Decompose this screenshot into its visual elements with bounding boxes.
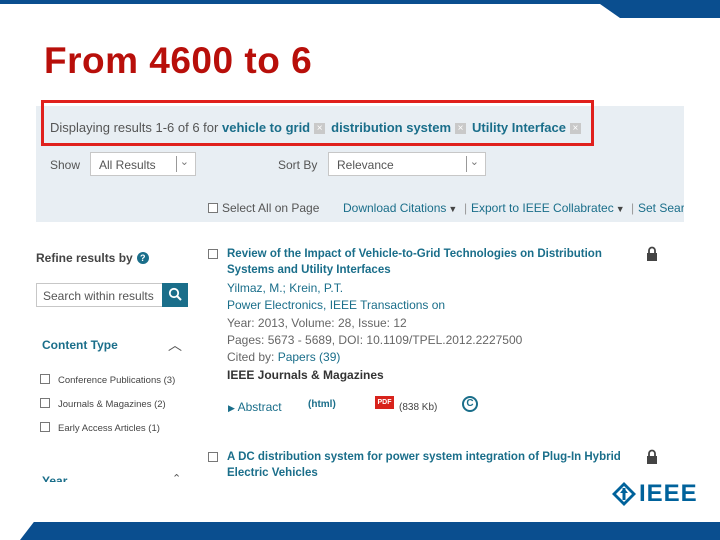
- result-checkbox[interactable]: [208, 452, 218, 462]
- result-cited-by: Cited by: Papers (39): [227, 350, 340, 364]
- cited-by-papers-link[interactable]: Papers (39): [278, 350, 341, 364]
- ieee-diamond-icon: [612, 482, 636, 506]
- sort-label: Sort By: [278, 158, 318, 172]
- show-select-value: All Results: [99, 158, 156, 172]
- chevron-icon[interactable]: ⌃: [172, 472, 181, 482]
- abstract-toggle[interactable]: ▶ Abstract: [228, 400, 282, 414]
- export-collabratec-button[interactable]: Export to IEEE Collabratec ▼: [471, 201, 625, 215]
- pdf-icon[interactable]: PDF: [375, 396, 394, 409]
- chevron-down-icon: ⌄: [179, 156, 189, 168]
- download-citations-label: Download Citations: [343, 201, 447, 215]
- ieee-logo-text: IEEE: [639, 480, 698, 507]
- highlight-box: [41, 100, 594, 146]
- search-icon: [168, 287, 182, 301]
- checkbox-icon[interactable]: [208, 203, 218, 213]
- bottom-banner: [0, 514, 720, 540]
- lock-icon: [647, 246, 657, 261]
- result-publication-type: IEEE Journals & Magazines: [227, 368, 384, 382]
- facet-item-conference[interactable]: Conference Publications (3): [40, 374, 175, 386]
- facet-item-early-access[interactable]: Early Access Articles (1): [40, 422, 160, 434]
- facet-label: Early Access Articles (1): [58, 423, 160, 434]
- help-icon[interactable]: ?: [136, 252, 149, 264]
- search-within-button[interactable]: [162, 283, 188, 307]
- checkbox-icon[interactable]: [40, 398, 50, 408]
- set-search-alert-link[interactable]: Set Sear: [638, 201, 684, 215]
- select-all-label: Select All on Page: [222, 201, 320, 215]
- result-checkbox[interactable]: [208, 249, 218, 259]
- chevron-down-icon: ⌄: [469, 156, 479, 168]
- search-within-input[interactable]: Search within results: [36, 283, 162, 307]
- caret-down-icon: ▼: [448, 204, 458, 214]
- show-select[interactable]: All Results ⌄: [90, 152, 196, 176]
- chevron-up-icon[interactable]: ︿: [168, 335, 182, 355]
- year-heading[interactable]: Year: [42, 474, 67, 482]
- caret-right-icon: ▶: [228, 403, 235, 413]
- refine-results-heading: Refine results by?: [36, 251, 149, 265]
- refine-results-label: Refine results by: [36, 251, 133, 265]
- facet-label: Journals & Magazines (2): [58, 399, 166, 410]
- copyright-icon[interactable]: C: [462, 396, 478, 412]
- content-type-heading[interactable]: Content Type: [42, 338, 118, 352]
- result-source[interactable]: Power Electronics, IEEE Transactions on: [227, 298, 445, 312]
- result-title-link[interactable]: Review of the Impact of Vehicle-to-Grid …: [227, 246, 637, 278]
- slide-title: From 4600 to 6: [44, 40, 313, 81]
- lock-icon: [647, 449, 657, 464]
- result-title-link[interactable]: A DC distribution system for power syste…: [227, 449, 637, 481]
- facet-item-journals[interactable]: Journals & Magazines (2): [40, 398, 166, 410]
- search-results-screenshot: Displaying results 1-6 of 6 for vehicle …: [36, 106, 684, 482]
- html-link[interactable]: (html): [308, 399, 336, 410]
- select-divider: [466, 156, 467, 172]
- export-label: Export to IEEE Collabratec: [471, 201, 614, 215]
- download-citations-button[interactable]: Download Citations ▼: [343, 201, 457, 215]
- sort-select[interactable]: Relevance ⌄: [328, 152, 486, 176]
- checkbox-icon[interactable]: [40, 374, 50, 384]
- abstract-label: Abstract: [237, 400, 282, 414]
- pdf-size: (838 Kb): [399, 402, 438, 413]
- result-year-volume: Year: 2013, Volume: 28, Issue: 12: [227, 316, 407, 330]
- set-search-label: Set Sear: [638, 201, 684, 215]
- result-authors[interactable]: Yilmaz, M.; Krein, P.T.: [227, 281, 343, 295]
- caret-down-icon: ▼: [615, 204, 625, 214]
- toolbar-divider: |: [464, 201, 468, 215]
- show-label: Show: [50, 158, 81, 172]
- top-banner: [0, 0, 720, 18]
- sort-select-value: Relevance: [337, 158, 394, 172]
- toolbar-divider: |: [631, 201, 635, 215]
- select-all-checkbox[interactable]: Select All on Page: [208, 201, 319, 215]
- result-pages-doi: Pages: 5673 - 5689, DOI: 10.1109/TPEL.20…: [227, 333, 523, 347]
- select-divider: [176, 156, 177, 172]
- checkbox-icon[interactable]: [40, 422, 50, 432]
- facet-label: Conference Publications (3): [58, 375, 176, 386]
- cited-by-label: Cited by:: [227, 350, 275, 364]
- results-toolbar: Select All on Page Download Citations ▼ |…: [36, 192, 684, 222]
